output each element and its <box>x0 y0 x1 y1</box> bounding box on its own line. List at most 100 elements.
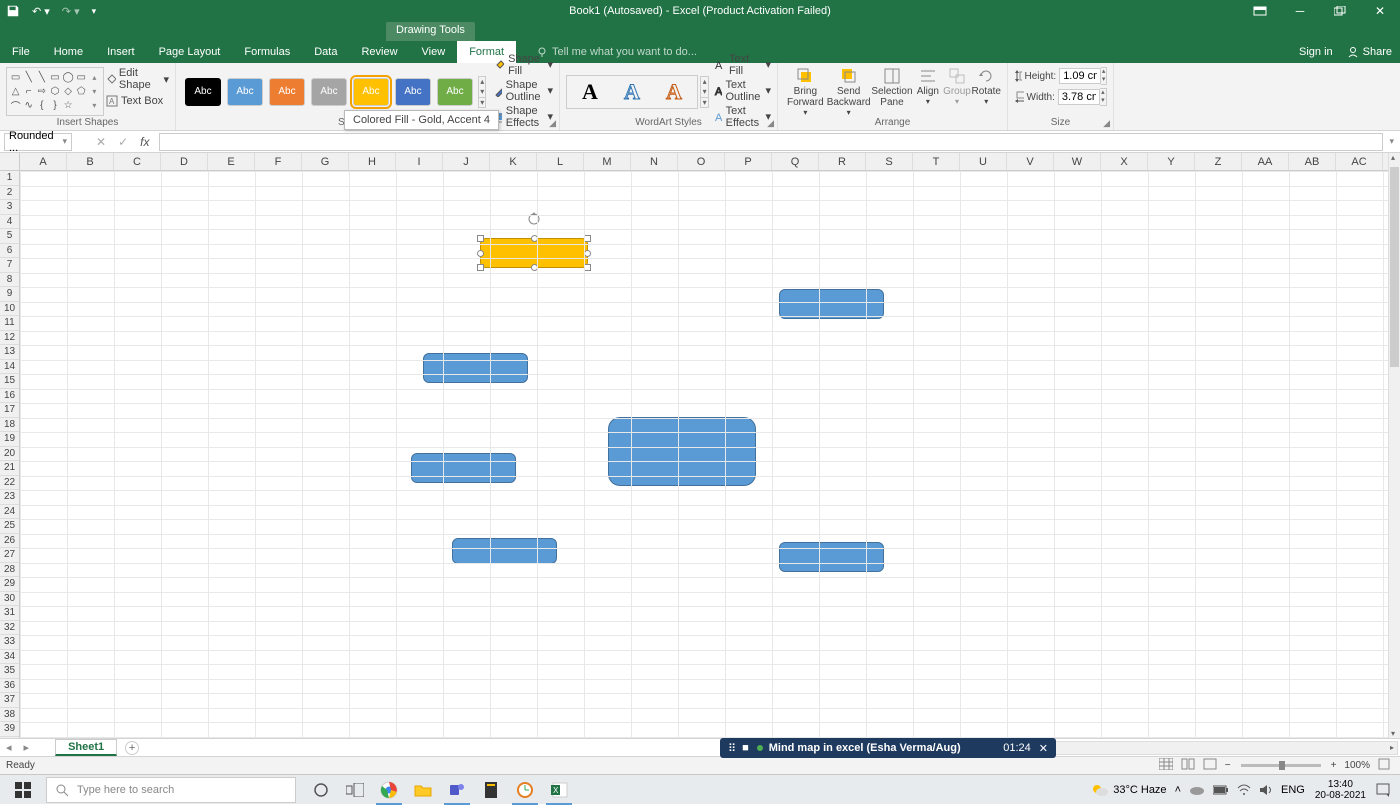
col-header-C[interactable]: C <box>114 153 161 170</box>
tab-home[interactable]: Home <box>42 41 95 63</box>
scroll-up-icon[interactable]: ▴ <box>1391 153 1395 162</box>
fullscreen-icon[interactable] <box>1378 758 1390 773</box>
onedrive-icon[interactable] <box>1189 784 1205 796</box>
shape-textbox-icon[interactable]: ▭ <box>9 70 22 84</box>
shape-gallery-row-2[interactable]: △⌐⇨⬡◇⬠▾ <box>9 84 101 98</box>
taskbar-search[interactable]: Type here to search <box>46 777 296 803</box>
redo-button[interactable]: ↷ ▾ <box>62 5 80 18</box>
rounded-rectangle-7[interactable] <box>779 542 884 572</box>
col-header-F[interactable]: F <box>255 153 302 170</box>
notepad-icon[interactable] <box>474 775 508 805</box>
resize-handle-l[interactable] <box>477 250 484 257</box>
shape-gallery-row-3[interactable]: ⌒∿{}☆▾ <box>9 98 101 112</box>
shape-styles-launcher[interactable]: ◢ <box>549 118 556 129</box>
zoom-slider[interactable] <box>1241 764 1321 767</box>
excel-taskbar-icon[interactable]: X <box>542 775 576 805</box>
row-header-37[interactable]: 37 <box>0 693 19 708</box>
taskbar-clock[interactable]: 13:4020-08-2021 <box>1315 779 1366 801</box>
col-header-L[interactable]: L <box>537 153 584 170</box>
tab-formulas[interactable]: Formulas <box>232 41 302 63</box>
shape-style-2[interactable]: Abc <box>269 78 305 106</box>
shape-outline-button[interactable]: Shape Outline ▾ <box>494 79 553 103</box>
row-header-21[interactable]: 21 <box>0 461 19 476</box>
sheet-tab-sheet1[interactable]: Sheet1 <box>55 739 117 756</box>
volume-icon[interactable] <box>1259 784 1273 796</box>
shape-style-gallery[interactable]: AbcAbcAbcAbcAbcAbcAbc <box>182 78 476 106</box>
col-header-V[interactable]: V <box>1007 153 1054 170</box>
row-header-4[interactable]: 4 <box>0 215 19 230</box>
selection-pane-button[interactable]: Selection Pane <box>871 67 914 117</box>
hscroll-right-icon[interactable]: ▸ <box>1390 743 1394 752</box>
col-header-B[interactable]: B <box>67 153 114 170</box>
row-header-28[interactable]: 28 <box>0 563 19 578</box>
battery-icon[interactable] <box>1213 785 1229 795</box>
row-header-35[interactable]: 35 <box>0 664 19 679</box>
signin-link[interactable]: Sign in <box>1299 46 1333 58</box>
shape-gallery-row-1[interactable]: ▭╲╲▭◯▭▴ <box>9 70 101 84</box>
row-header-22[interactable]: 22 <box>0 476 19 491</box>
col-header-Q[interactable]: Q <box>772 153 819 170</box>
row-header-24[interactable]: 24 <box>0 505 19 520</box>
col-header-I[interactable]: I <box>396 153 443 170</box>
col-header-M[interactable]: M <box>584 153 631 170</box>
row-header-14[interactable]: 14 <box>0 360 19 375</box>
tab-data[interactable]: Data <box>302 41 349 63</box>
row-header-29[interactable]: 29 <box>0 577 19 592</box>
text-box-button[interactable]: AText Box <box>106 95 169 107</box>
zoom-in-button[interactable]: + <box>1331 760 1337 771</box>
shape-style-3[interactable]: Abc <box>311 78 347 106</box>
select-all-corner[interactable] <box>0 153 20 171</box>
col-header-A[interactable]: A <box>20 153 67 170</box>
shape-style-6[interactable]: Abc <box>437 78 473 106</box>
resize-handle-bl[interactable] <box>477 264 484 271</box>
new-sheet-button[interactable]: + <box>125 741 139 755</box>
tab-page-layout[interactable]: Page Layout <box>147 41 233 63</box>
row-header-38[interactable]: 38 <box>0 708 19 723</box>
name-box[interactable]: Rounded ...▾ <box>4 133 72 151</box>
teams-icon[interactable] <box>440 775 474 805</box>
row-header-31[interactable]: 31 <box>0 606 19 621</box>
col-header-S[interactable]: S <box>866 153 913 170</box>
tab-view[interactable]: View <box>410 41 458 63</box>
ribbon-display-options[interactable] <box>1240 0 1280 22</box>
stop-icon[interactable]: ■ <box>742 742 749 754</box>
drag-handle-icon[interactable]: ⠿ <box>728 742 736 755</box>
row-header-9[interactable]: 9 <box>0 287 19 302</box>
worksheet-grid[interactable]: ABCDEFGHIJKLMNOPQRSTUVWXYZAAABAC 1234567… <box>0 153 1400 738</box>
expand-formula-bar[interactable]: ▾ <box>1389 136 1394 147</box>
notifications-icon[interactable] <box>1376 783 1390 797</box>
recording-bar[interactable]: ⠿ ■ Mind map in excel (Esha Verma/Aug) 0… <box>720 738 1056 758</box>
bring-forward-button[interactable]: Bring Forward▾ <box>784 67 827 117</box>
col-header-U[interactable]: U <box>960 153 1007 170</box>
height-input[interactable] <box>1059 68 1101 84</box>
wordart-launcher[interactable]: ◢ <box>767 118 774 129</box>
tab-insert[interactable]: Insert <box>95 41 147 63</box>
align-button[interactable]: Align▾ <box>913 67 942 117</box>
row-header-26[interactable]: 26 <box>0 534 19 549</box>
wordart-style-3[interactable]: A <box>656 78 692 106</box>
column-headers[interactable]: ABCDEFGHIJKLMNOPQRSTUVWXYZAAABAC <box>20 153 1388 171</box>
row-header-19[interactable]: 19 <box>0 432 19 447</box>
cell-area[interactable] <box>20 171 1388 738</box>
col-header-O[interactable]: O <box>678 153 725 170</box>
row-header-32[interactable]: 32 <box>0 621 19 636</box>
row-header-13[interactable]: 13 <box>0 345 19 360</box>
page-layout-view-icon[interactable] <box>1181 758 1195 773</box>
save-icon[interactable] <box>6 4 20 18</box>
undo-button[interactable]: ↶ ▾ <box>32 5 50 18</box>
row-header-20[interactable]: 20 <box>0 447 19 462</box>
row-header-23[interactable]: 23 <box>0 490 19 505</box>
chrome-icon[interactable] <box>372 775 406 805</box>
row-header-2[interactable]: 2 <box>0 186 19 201</box>
row-header-30[interactable]: 30 <box>0 592 19 607</box>
weather-widget[interactable]: 33°C Haze <box>1091 783 1166 797</box>
col-header-H[interactable]: H <box>349 153 396 170</box>
vscroll-thumb[interactable] <box>1390 167 1399 367</box>
col-header-P[interactable]: P <box>725 153 772 170</box>
height-spinner[interactable]: ▴▾ <box>1101 67 1107 85</box>
shape-style-5[interactable]: Abc <box>395 78 431 106</box>
row-header-17[interactable]: 17 <box>0 403 19 418</box>
rounded-rectangle-3[interactable] <box>423 353 528 383</box>
wordart-scroll[interactable]: ▴▾▾ <box>700 76 709 108</box>
col-header-K[interactable]: K <box>490 153 537 170</box>
